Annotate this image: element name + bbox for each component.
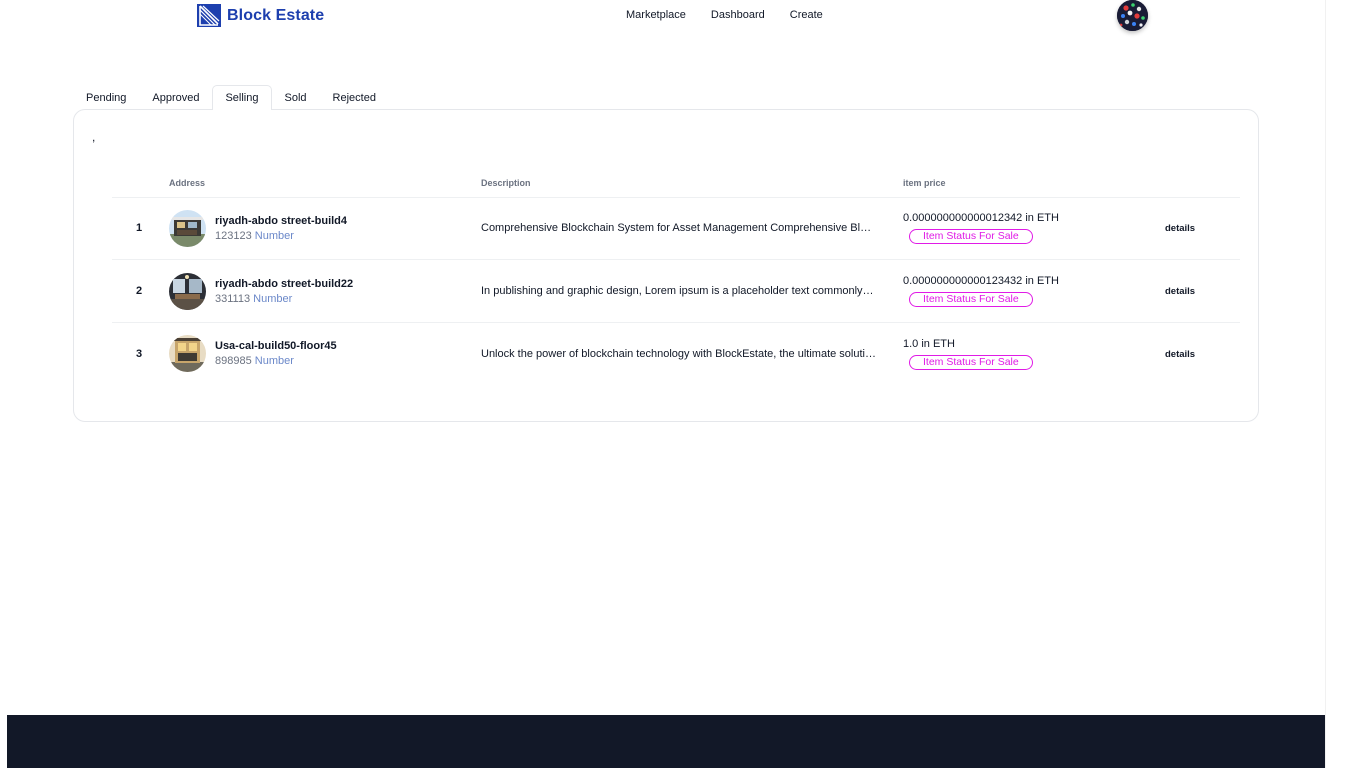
- property-code-label: Number: [254, 355, 294, 368]
- property-name: Usa-cal-build50-floor45: [215, 340, 337, 353]
- tab-approved[interactable]: Approved: [139, 85, 212, 110]
- table-row: 3 Usa-cal-build50-floor45 898985 Number …: [112, 322, 1240, 385]
- column-price: item price: [903, 170, 1165, 198]
- column-number: [112, 170, 169, 198]
- tab-selling[interactable]: Selling: [212, 85, 272, 110]
- row-index: 3: [135, 347, 143, 360]
- property-name: riyadh-abdo street-build22: [215, 277, 354, 290]
- table-header-row: Address Description item price: [112, 170, 1240, 198]
- column-address: Address: [169, 170, 481, 198]
- property-code-label: Number: [253, 292, 293, 305]
- table-row: 2 riyadh-abdo street-build22 331113 Numb…: [112, 259, 1240, 323]
- status-badge: Item Status For Sale: [909, 229, 1033, 245]
- block-estate-logo-icon: [197, 4, 221, 27]
- property-address: riyadh-abdo street-build4 123123 Number: [169, 209, 481, 247]
- details-link[interactable]: details: [1165, 286, 1195, 297]
- details-link[interactable]: details: [1165, 223, 1195, 234]
- property-address: Usa-cal-build50-floor45 898985 Number: [169, 335, 481, 373]
- stray-text: ,: [92, 130, 96, 144]
- property-thumbnail: [169, 272, 206, 310]
- property-description: Comprehensive Blockchain System for Asse…: [481, 222, 876, 235]
- property-code: 123123 Number: [215, 230, 347, 242]
- nav-marketplace[interactable]: Marketplace: [626, 9, 686, 21]
- nav-dashboard[interactable]: Dashboard: [711, 9, 765, 21]
- property-description: In publishing and graphic design, Lorem …: [481, 285, 876, 298]
- listing-table: Address Description item price 1 riyadh-…: [112, 170, 1240, 385]
- property-code: 331113 Number: [215, 293, 353, 305]
- status-badge: Item Status For Sale: [909, 292, 1033, 308]
- nav-create[interactable]: Create: [790, 9, 823, 21]
- row-index: 2: [112, 259, 169, 323]
- property-price: 0.000000000000012342 in ETH: [903, 212, 1059, 225]
- property-code-value: 898985: [215, 355, 252, 368]
- status-tabs: Pending Approved Selling Sold Rejected: [73, 85, 389, 110]
- brand-name: Block Estate: [227, 6, 325, 24]
- right-gutter: [1325, 0, 1366, 768]
- tab-sold[interactable]: Sold: [272, 85, 320, 110]
- property-description: Unlock the power of blockchain technolog…: [481, 347, 876, 360]
- property-price: 1.0 in ETH: [903, 337, 955, 350]
- table-row: 1 riyadh-abdo street-build4 123123 Numbe…: [112, 197, 1240, 261]
- user-avatar[interactable]: [1117, 0, 1148, 31]
- property-code-label: Number: [254, 229, 294, 242]
- property-price: 0.000000000000123432 in ETH: [903, 275, 1059, 288]
- property-name: riyadh-abdo street-build4: [215, 214, 348, 227]
- main-nav: Marketplace Dashboard Create: [626, 9, 823, 21]
- property-thumbnail: [169, 335, 206, 373]
- property-code: 898985 Number: [215, 355, 337, 367]
- status-badge: Item Status For Sale: [909, 354, 1033, 370]
- tab-rejected[interactable]: Rejected: [320, 85, 389, 110]
- column-description: Description: [481, 170, 903, 198]
- property-address: riyadh-abdo street-build22 331113 Number: [169, 272, 481, 310]
- listing-panel: , Address Description item price 1 riyad…: [73, 109, 1259, 422]
- details-link[interactable]: details: [1165, 349, 1195, 360]
- page: Block Estate Marketplace Dashboard Creat…: [0, 0, 1325, 768]
- property-thumbnail: [169, 209, 206, 247]
- row-index: 1: [112, 197, 169, 261]
- tab-pending[interactable]: Pending: [73, 85, 139, 110]
- property-code-value: 123123: [215, 229, 252, 242]
- column-actions: [1165, 170, 1240, 198]
- footer: [7, 715, 1325, 768]
- property-code-value: 331113: [215, 292, 251, 305]
- brand-logo[interactable]: Block Estate: [197, 4, 324, 27]
